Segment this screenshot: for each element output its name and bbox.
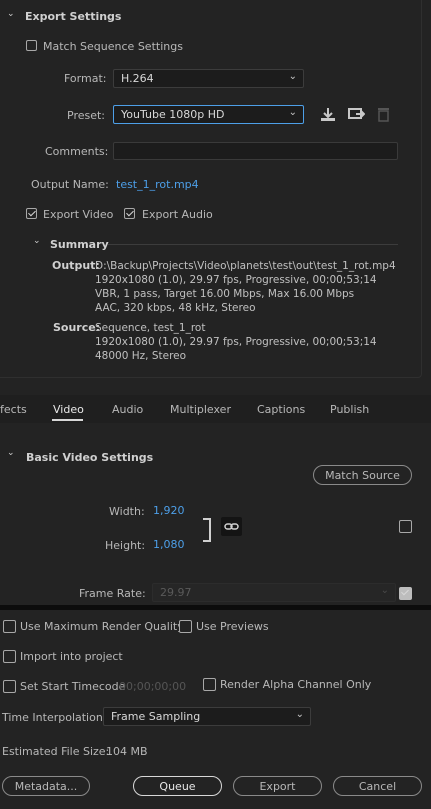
max-render-label: Use Maximum Render Quality bbox=[20, 620, 184, 633]
max-render-checkbox[interactable] bbox=[3, 620, 16, 633]
frame-rate-dropdown[interactable]: 29.97 ⌄ bbox=[152, 583, 396, 602]
frame-rate-value: 29.97 bbox=[160, 586, 192, 599]
queue-button[interactable]: Queue bbox=[133, 776, 222, 796]
tab-multiplexer[interactable]: Multiplexer bbox=[170, 403, 231, 416]
tab-video[interactable]: Video bbox=[53, 403, 84, 416]
export-audio-checkbox[interactable] bbox=[124, 208, 135, 219]
chevron-down-icon: ⌄ bbox=[288, 107, 297, 118]
render-alpha-checkbox[interactable] bbox=[203, 678, 216, 691]
tab-publish[interactable]: Publish bbox=[330, 403, 369, 416]
delete-preset-icon[interactable] bbox=[377, 106, 390, 125]
summary-source-line: 48000 Hz, Stereo bbox=[95, 350, 187, 362]
tab-captions[interactable]: Captions bbox=[257, 403, 305, 416]
format-value: H.264 bbox=[121, 72, 154, 85]
preset-dropdown[interactable]: YouTube 1080p HD ⌄ bbox=[113, 105, 304, 124]
link-dimensions-icon[interactable] bbox=[221, 517, 242, 536]
time-interp-value: Frame Sampling bbox=[111, 710, 201, 723]
link-bracket bbox=[203, 518, 211, 542]
summary-collapse-icon[interactable]: ⌄ bbox=[33, 236, 41, 246]
start-timecode-label: Set Start Timecode bbox=[20, 680, 126, 693]
height-label: Height: bbox=[105, 539, 146, 552]
tab-video-underline bbox=[52, 419, 83, 421]
time-interp-label: Time Interpolation: bbox=[2, 711, 107, 724]
summary-source-label: Source: bbox=[53, 321, 101, 334]
start-timecode-value[interactable]: 00;00;00;00 bbox=[119, 680, 186, 693]
comments-input[interactable] bbox=[113, 142, 398, 160]
chevron-down-icon: ⌄ bbox=[295, 709, 304, 720]
output-name-label: Output Name: bbox=[31, 178, 109, 191]
file-size-label: Estimated File Size: bbox=[2, 745, 110, 758]
tab-effects[interactable]: fects bbox=[0, 403, 27, 416]
chevron-down-icon: ⌄ bbox=[380, 585, 389, 596]
render-alpha-label: Render Alpha Channel Only bbox=[220, 678, 372, 691]
width-value[interactable]: 1,920 bbox=[153, 504, 185, 517]
preset-label: Preset: bbox=[67, 109, 106, 122]
chevron-down-icon: ⌄ bbox=[288, 71, 297, 82]
file-size-value: 104 MB bbox=[106, 745, 148, 758]
use-previews-label: Use Previews bbox=[196, 620, 269, 633]
preset-value: YouTube 1080p HD bbox=[121, 108, 225, 121]
export-button[interactable]: Export bbox=[233, 776, 322, 796]
summary-output-lines: D:\Backup\Projects\Video\planets\test\ou… bbox=[95, 259, 396, 315]
summary-source-line: 1920x1080 (1.0), 29.97 fps, Progressive,… bbox=[95, 336, 377, 348]
export-video-label: Export Video bbox=[43, 208, 114, 221]
output-name-link[interactable]: test_1_rot.mp4 bbox=[116, 178, 199, 191]
use-previews-checkbox[interactable] bbox=[179, 620, 192, 633]
start-timecode-checkbox[interactable] bbox=[3, 680, 16, 693]
import-preset-icon[interactable] bbox=[348, 106, 366, 125]
format-dropdown[interactable]: H.264 ⌄ bbox=[113, 69, 304, 88]
match-sequence-label: Match Sequence Settings bbox=[43, 40, 183, 53]
export-audio-label: Export Audio bbox=[142, 208, 213, 221]
width-label: Width: bbox=[109, 505, 145, 518]
video-settings-title: Basic Video Settings bbox=[26, 451, 154, 464]
bottom-divider bbox=[0, 605, 431, 610]
export-settings-collapse-icon[interactable]: ⌄ bbox=[7, 9, 15, 19]
summary-output-line: D:\Backup\Projects\Video\planets\test\ou… bbox=[95, 260, 396, 272]
summary-source-lines: Sequence, test_1_rot 1920x1080 (1.0), 29… bbox=[95, 321, 377, 363]
comments-label: Comments: bbox=[45, 145, 109, 158]
summary-source-line: Sequence, test_1_rot bbox=[95, 322, 206, 334]
summary-divider bbox=[108, 244, 398, 245]
summary-output-line: VBR, 1 pass, Target 16.00 Mbps, Max 16.0… bbox=[95, 288, 355, 300]
export-settings-title: Export Settings bbox=[25, 10, 122, 23]
video-settings-collapse-icon[interactable]: ⌄ bbox=[7, 448, 15, 458]
video-override-checkbox[interactable] bbox=[399, 520, 412, 533]
summary-output-label: Output: bbox=[52, 259, 100, 272]
match-sequence-checkbox[interactable] bbox=[26, 40, 37, 51]
save-preset-icon[interactable] bbox=[320, 106, 336, 125]
format-label: Format: bbox=[64, 72, 107, 85]
frame-rate-checkbox[interactable] bbox=[399, 587, 412, 600]
summary-title: Summary bbox=[50, 238, 109, 251]
export-video-checkbox[interactable] bbox=[26, 208, 37, 219]
tab-audio[interactable]: Audio bbox=[112, 403, 143, 416]
time-interp-dropdown[interactable]: Frame Sampling ⌄ bbox=[103, 707, 311, 726]
summary-output-line: AAC, 320 kbps, 48 kHz, Stereo bbox=[95, 302, 256, 314]
cancel-button[interactable]: Cancel bbox=[333, 776, 422, 796]
import-project-label: Import into project bbox=[20, 650, 123, 663]
height-value[interactable]: 1,080 bbox=[153, 538, 185, 551]
match-source-button[interactable]: Match Source bbox=[313, 465, 412, 485]
metadata-button[interactable]: Metadata... bbox=[2, 776, 90, 796]
summary-output-line: 1920x1080 (1.0), 29.97 fps, Progressive,… bbox=[95, 274, 377, 286]
frame-rate-label: Frame Rate: bbox=[79, 587, 146, 600]
import-project-checkbox[interactable] bbox=[3, 650, 16, 663]
